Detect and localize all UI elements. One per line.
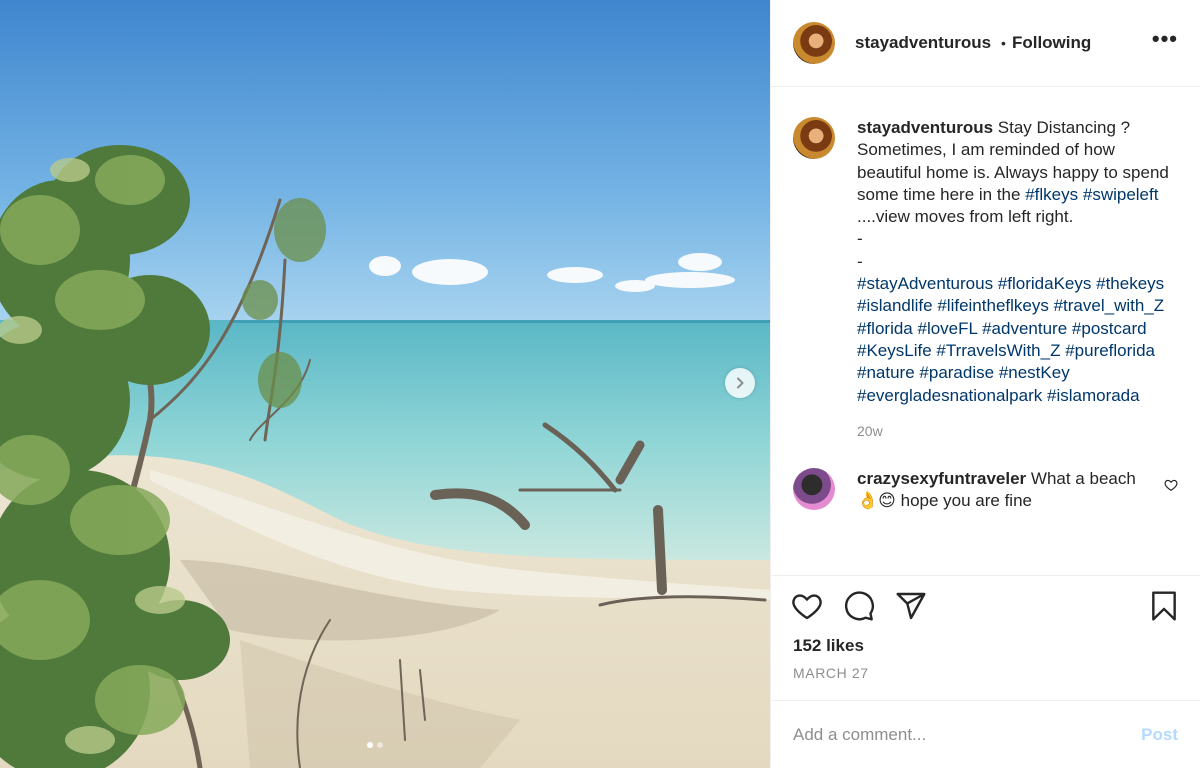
comment-text: crazysexyfuntraveler What a beach 👌😊 hop… bbox=[857, 468, 1137, 513]
post-actions bbox=[771, 575, 1200, 635]
caption-text: stayadventurous Stay Distancing ? Someti… bbox=[857, 117, 1178, 442]
hashtag-link[interactable]: #floridaKeys bbox=[998, 274, 1092, 293]
hashtag-link[interactable]: #TrravelsWith_Z bbox=[936, 341, 1060, 360]
caption-dash: - bbox=[857, 251, 863, 271]
hashtag-link[interactable]: #swipeleft bbox=[1083, 185, 1159, 204]
post-photo[interactable] bbox=[0, 0, 770, 768]
commenter-avatar[interactable] bbox=[793, 468, 835, 511]
hashtag-link[interactable]: #nature bbox=[857, 363, 915, 382]
hashtag-link[interactable]: #nestKey bbox=[999, 363, 1070, 382]
carousel-dot bbox=[377, 742, 383, 748]
post-header: stayadventurous • Following ••• bbox=[771, 0, 1200, 87]
add-comment-bar: Post bbox=[771, 700, 1200, 768]
header-separator: • bbox=[1001, 35, 1006, 51]
carousel-dot-active bbox=[367, 742, 373, 748]
hashtag-link[interactable]: #lifeintheflkeys bbox=[937, 296, 1049, 315]
caption: stayadventurous Stay Distancing ? Someti… bbox=[793, 117, 1178, 442]
caption-timestamp[interactable]: 20w bbox=[857, 420, 1178, 442]
hashtag-link[interactable]: #postcard bbox=[1072, 319, 1147, 338]
caption-username[interactable]: stayadventurous bbox=[857, 118, 993, 137]
hashtag-link[interactable]: #loveFL bbox=[918, 319, 978, 338]
caption-avatar[interactable] bbox=[793, 117, 835, 159]
comment-input[interactable] bbox=[793, 724, 1142, 745]
like-icon[interactable] bbox=[791, 590, 823, 622]
hashtag-link[interactable]: #evergladesnationalpark bbox=[857, 386, 1042, 405]
hashtag-link[interactable]: #pureflorida bbox=[1065, 341, 1155, 360]
caption-dash: - bbox=[857, 229, 863, 249]
hashtag-link[interactable]: #stayAdventurous bbox=[857, 274, 993, 293]
carousel-indicator bbox=[367, 742, 383, 748]
post-comment-button[interactable]: Post bbox=[1141, 725, 1178, 745]
likes-count[interactable]: 152 likes bbox=[771, 635, 1200, 657]
comment-item: crazysexyfuntraveler What a beach 👌😊 hop… bbox=[793, 468, 1178, 513]
hashtag-link[interactable]: #islamorada bbox=[1047, 386, 1140, 405]
avatar[interactable] bbox=[793, 22, 835, 64]
comment-like-icon[interactable] bbox=[1164, 478, 1178, 497]
comments-section: stayadventurous Stay Distancing ? Someti… bbox=[771, 87, 1200, 575]
hashtag-link[interactable]: #travel_with_Z bbox=[1054, 296, 1165, 315]
hashtag-link[interactable]: #islandlife bbox=[857, 296, 933, 315]
hashtag-list: #stayAdventurous #floridaKeys #thekeys #… bbox=[857, 273, 1178, 407]
hashtag-link[interactable]: #florida bbox=[857, 319, 913, 338]
hashtag-link[interactable]: #adventure bbox=[982, 319, 1067, 338]
post-date[interactable]: MARCH 27 bbox=[771, 665, 1200, 685]
next-image-button[interactable] bbox=[725, 368, 755, 398]
comment-icon[interactable] bbox=[843, 590, 875, 622]
post-side-panel: stayadventurous • Following ••• stayadve… bbox=[770, 0, 1200, 768]
next-arrow-icon bbox=[737, 377, 744, 389]
hashtag-link[interactable]: #paradise bbox=[919, 363, 994, 382]
hashtag-link[interactable]: #KeysLife bbox=[857, 341, 932, 360]
caption-text-part-2: ....view moves from left right. bbox=[857, 207, 1074, 227]
hashtag-link[interactable]: #flkeys bbox=[1025, 185, 1078, 204]
save-icon[interactable] bbox=[1148, 590, 1180, 622]
share-icon[interactable] bbox=[895, 590, 927, 622]
hashtag-link[interactable]: #thekeys bbox=[1096, 274, 1164, 293]
post-author-username[interactable]: stayadventurous bbox=[855, 33, 991, 53]
following-button[interactable]: Following bbox=[1012, 33, 1091, 53]
more-icon[interactable]: ••• bbox=[1152, 28, 1178, 52]
beach-photo-image bbox=[0, 0, 770, 768]
commenter-username[interactable]: crazysexyfuntraveler bbox=[857, 469, 1026, 488]
